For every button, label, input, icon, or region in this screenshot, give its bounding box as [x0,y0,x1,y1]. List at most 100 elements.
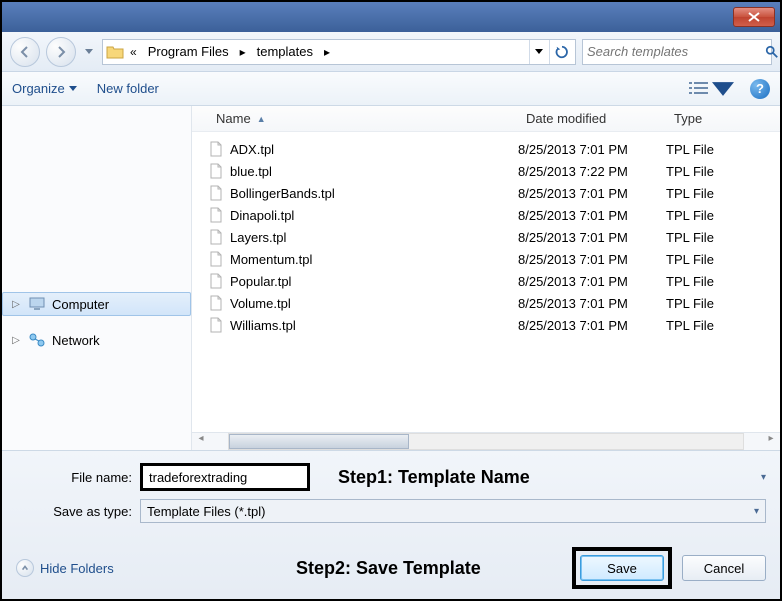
tree-item-network[interactable]: ▷ Network [2,328,191,352]
search-icon[interactable] [765,45,779,59]
nav-history-dropdown[interactable] [82,37,96,67]
file-icon [208,295,224,311]
cancel-button[interactable]: Cancel [682,555,766,581]
forward-button[interactable] [46,37,76,67]
save-button[interactable]: Save [580,555,664,581]
file-row[interactable]: Layers.tpl 8/25/2013 7:01 PMTPL File [192,226,780,248]
file-name: Layers.tpl [230,230,286,245]
address-dropdown[interactable] [529,40,547,64]
file-icon [208,163,224,179]
file-name-label: File name: [16,470,132,485]
save-as-type-dropdown[interactable]: Template Files (*.tpl) ▾ [140,499,766,523]
new-folder-button[interactable]: New folder [97,81,159,96]
file-date: 8/25/2013 7:01 PM [518,296,666,311]
save-as-type-label: Save as type: [16,504,132,519]
file-date: 8/25/2013 7:22 PM [518,164,666,179]
tree-item-computer[interactable]: ▷ Computer [2,292,191,316]
column-name[interactable]: Name ▲ [208,106,518,131]
file-row[interactable]: ADX.tpl 8/25/2013 7:01 PMTPL File [192,138,780,160]
close-button[interactable] [733,7,775,27]
file-icon [208,229,224,245]
column-label: Name [216,111,251,126]
file-name: Dinapoli.tpl [230,208,294,223]
expand-icon[interactable]: ▷ [10,298,22,310]
search-box[interactable] [582,39,772,65]
body: ▷ Computer ▷ Network [2,106,780,450]
file-icon [208,251,224,267]
annotation-step2: Step2: Save Template [296,558,481,579]
navigation-bar: « Program Files ▸ templates ▸ [2,32,780,72]
toolbar: Organize New folder ? [2,72,780,106]
file-name: ADX.tpl [230,142,274,157]
file-date: 8/25/2013 7:01 PM [518,230,666,245]
file-name: Williams.tpl [230,318,296,333]
save-dialog: « Program Files ▸ templates ▸ Organize N… [2,2,780,599]
file-list: Name ▲ Date modified Type ADX.tpl 8/25/20… [192,106,780,450]
file-icon [208,273,224,289]
file-type: TPL File [666,252,780,267]
file-type: TPL File [666,208,780,223]
file-row[interactable]: Williams.tpl 8/25/2013 7:01 PMTPL File [192,314,780,336]
file-row[interactable]: Dinapoli.tpl 8/25/2013 7:01 PMTPL File [192,204,780,226]
file-date: 8/25/2013 7:01 PM [518,274,666,289]
horizontal-scrollbar[interactable]: ◂ ▸ [192,432,780,450]
organize-button[interactable]: Organize [12,81,77,96]
column-type[interactable]: Type [666,106,780,131]
file-type: TPL File [666,230,780,245]
organize-label: Organize [12,81,65,96]
file-type: TPL File [666,318,780,333]
hide-folders-button[interactable]: Hide Folders [16,559,114,577]
title-bar [2,2,780,32]
back-button[interactable] [10,37,40,67]
tree-item-label: Network [52,333,100,348]
column-headers: Name ▲ Date modified Type [192,106,780,132]
file-date: 8/25/2013 7:01 PM [518,252,666,267]
file-name-input[interactable] [140,463,310,491]
file-row[interactable]: Popular.tpl8/25/2013 7:01 PMTPL File [192,270,780,292]
breadcrumb-templates[interactable]: templates [251,42,319,61]
file-date: 8/25/2013 7:01 PM [518,318,666,333]
file-row[interactable]: Volume.tpl 8/25/2013 7:01 PMTPL File [192,292,780,314]
file-name: Volume.tpl [230,296,291,311]
view-options-button[interactable] [684,78,738,100]
chevron-down-icon[interactable]: ▾ [761,472,766,483]
chevron-right-icon: ▸ [237,45,249,59]
file-date: 8/25/2013 7:01 PM [518,142,666,157]
address-bar[interactable]: « Program Files ▸ templates ▸ [102,39,576,65]
save-highlight-box: Save [572,547,672,589]
tree-item-label: Computer [52,297,109,312]
file-date: 8/25/2013 7:01 PM [518,186,666,201]
save-as-type-value: Template Files (*.tpl) [147,504,265,519]
chevron-right-icon: ▸ [321,45,333,59]
help-button[interactable]: ? [750,79,770,99]
file-row[interactable]: blue.tpl 8/25/2013 7:22 PMTPL File [192,160,780,182]
network-icon [28,332,46,348]
file-icon [208,185,224,201]
file-name: Popular.tpl [230,274,291,289]
save-panel: File name: Step1: Template Name ▾ Save a… [2,450,780,599]
hide-folders-label: Hide Folders [40,561,114,576]
column-date[interactable]: Date modified [518,106,666,131]
search-input[interactable] [587,44,765,59]
file-name: blue.tpl [230,164,272,179]
refresh-button[interactable] [549,40,573,64]
file-icon [208,317,224,333]
file-row[interactable]: Momentum.tpl 8/25/2013 7:01 PMTPL File [192,248,780,270]
file-name: Momentum.tpl [230,252,312,267]
breadcrumb-prefix-icon: « [127,45,140,59]
chevron-down-icon: ▾ [754,506,759,517]
file-name: BollingerBands.tpl [230,186,335,201]
collapse-icon [16,559,34,577]
file-type: TPL File [666,142,780,157]
file-icon [208,207,224,223]
expand-icon[interactable]: ▷ [10,334,22,346]
breadcrumb-program-files[interactable]: Program Files [142,42,235,61]
file-type: TPL File [666,296,780,311]
file-icon [208,141,224,157]
folder-icon [105,43,125,61]
file-row[interactable]: BollingerBands.tpl 8/25/2013 7:01 PMTPL F… [192,182,780,204]
file-date: 8/25/2013 7:01 PM [518,208,666,223]
file-type: TPL File [666,164,780,179]
file-type: TPL File [666,186,780,201]
navigation-tree[interactable]: ▷ Computer ▷ Network [2,106,192,450]
